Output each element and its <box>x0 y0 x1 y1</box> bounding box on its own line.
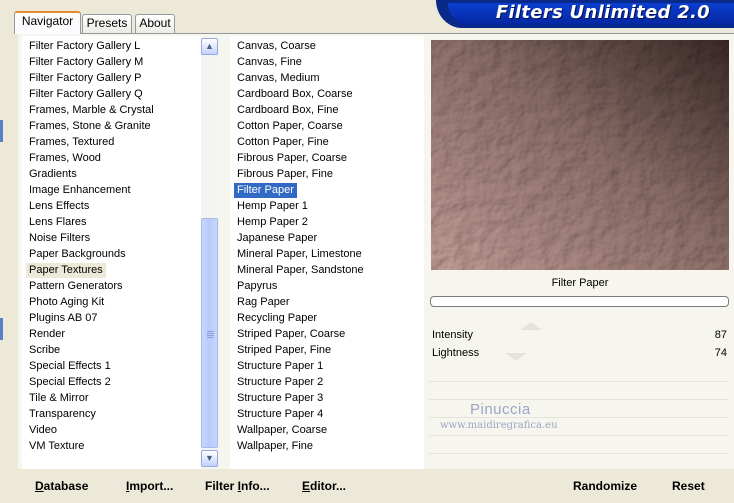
category-scrollbar[interactable]: ▲ ▼ <box>201 38 219 468</box>
preview-filter-name: Filter Paper <box>551 277 609 289</box>
category-item[interactable]: Frames, Stone & Granite <box>26 119 154 134</box>
filter-item[interactable]: Filter Paper <box>234 183 297 198</box>
filter-item[interactable]: Cardboard Box, Fine <box>234 103 342 118</box>
filter-item[interactable]: Cardboard Box, Coarse <box>234 87 356 102</box>
filter-item[interactable]: Cotton Paper, Fine <box>234 135 332 150</box>
category-item[interactable]: Paper Backgrounds <box>26 247 129 262</box>
category-item[interactable]: Frames, Wood <box>26 151 104 166</box>
app-title: Filters Unlimited 2.0 <box>495 2 710 23</box>
filter-item[interactable]: Rag Paper <box>234 295 293 310</box>
empty-control-row <box>429 435 729 436</box>
reset-button[interactable]: Reset <box>672 479 705 493</box>
filter-item[interactable]: Striped Paper, Coarse <box>234 327 348 342</box>
filter-item[interactable]: Cotton Paper, Coarse <box>234 119 346 134</box>
editor-button[interactable]: Editor... <box>302 479 346 493</box>
filter-item[interactable]: Striped Paper, Fine <box>234 343 334 358</box>
filter-item[interactable]: Fibrous Paper, Fine <box>234 167 336 182</box>
category-item[interactable]: Paper Textures <box>26 263 106 278</box>
category-item[interactable]: Filter Factory Gallery P <box>26 71 144 86</box>
filter-item[interactable]: Hemp Paper 1 <box>234 199 311 214</box>
category-item[interactable]: Filter Factory Gallery L <box>26 39 143 54</box>
preview-image <box>431 40 729 270</box>
filter-item[interactable]: Structure Paper 4 <box>234 407 326 422</box>
filter-item[interactable]: Hemp Paper 2 <box>234 215 311 230</box>
watermark-name: Pinuccia <box>470 401 531 418</box>
filter-item[interactable]: Mineral Paper, Limestone <box>234 247 365 262</box>
scroll-thumb[interactable] <box>201 218 218 448</box>
import-button[interactable]: Import... <box>126 479 173 493</box>
slider-thumb[interactable] <box>505 353 527 361</box>
lightness-value: 74 <box>714 347 727 359</box>
filter-item[interactable]: Canvas, Coarse <box>234 39 319 54</box>
filter-item[interactable]: Recycling Paper <box>234 311 320 326</box>
empty-control-row <box>429 453 729 454</box>
category-item[interactable]: Render <box>26 327 68 342</box>
filter-item[interactable]: Japanese Paper <box>234 231 320 246</box>
filter-item[interactable]: Mineral Paper, Sandstone <box>234 263 367 278</box>
category-item[interactable]: Image Enhancement <box>26 183 134 198</box>
category-item[interactable]: Frames, Textured <box>26 135 117 150</box>
filter-item[interactable]: Fibrous Paper, Coarse <box>234 151 350 166</box>
category-item[interactable]: Lens Flares <box>26 215 89 230</box>
category-item[interactable]: Photo Aging Kit <box>26 295 107 310</box>
filter-item[interactable]: Canvas, Medium <box>234 71 323 86</box>
intensity-slider[interactable]: Intensity 87 <box>429 322 729 345</box>
tab-about[interactable]: About <box>135 14 175 33</box>
category-item[interactable]: Filter Factory Gallery Q <box>26 87 146 102</box>
edge-strip <box>0 318 3 340</box>
filter-item[interactable]: Structure Paper 3 <box>234 391 326 406</box>
category-item[interactable]: Frames, Marble & Crystal <box>26 103 157 118</box>
category-item[interactable]: Noise Filters <box>26 231 93 246</box>
category-item[interactable]: VM Texture <box>26 439 87 454</box>
category-list[interactable]: Filter Factory Gallery L Filter Factory G… <box>22 36 202 469</box>
category-item[interactable]: Plugins AB 07 <box>26 311 101 326</box>
filter-item[interactable]: Canvas, Fine <box>234 55 305 70</box>
lightness-label: Lightness <box>432 347 480 359</box>
tab-presets[interactable]: Presets <box>82 14 132 33</box>
category-item[interactable]: Gradients <box>26 167 80 182</box>
empty-control-row <box>429 381 729 382</box>
app-banner: Filters Unlimited 2.0 <box>436 0 734 28</box>
filter-info-button[interactable]: Filter Info... <box>205 479 270 493</box>
filter-item[interactable]: Papyrus <box>234 279 280 294</box>
scroll-down-button[interactable]: ▼ <box>201 450 218 467</box>
category-item[interactable]: Pattern Generators <box>26 279 126 294</box>
scroll-up-button[interactable]: ▲ <box>201 38 218 55</box>
progress-bar <box>430 296 729 307</box>
category-item[interactable]: Special Effects 2 <box>26 375 114 390</box>
intensity-label: Intensity <box>432 329 473 341</box>
category-item[interactable]: Video <box>26 423 60 438</box>
lightness-slider[interactable]: Lightness 74 <box>429 345 729 363</box>
database-button[interactable]: Database <box>35 479 88 493</box>
filter-list[interactable]: Canvas, Coarse Canvas, Fine Canvas, Medium… <box>230 36 424 469</box>
category-item[interactable]: Special Effects 1 <box>26 359 114 374</box>
filter-item[interactable]: Wallpaper, Coarse <box>234 423 330 438</box>
category-item[interactable]: Lens Effects <box>26 199 92 214</box>
filter-item[interactable]: Wallpaper, Fine <box>234 439 316 454</box>
edge-strip <box>0 120 3 142</box>
randomize-button[interactable]: Randomize <box>573 479 637 493</box>
category-item[interactable]: Scribe <box>26 343 63 358</box>
empty-control-row <box>429 399 729 400</box>
filter-item[interactable]: Structure Paper 2 <box>234 375 326 390</box>
category-item[interactable]: Filter Factory Gallery M <box>26 55 146 70</box>
category-item[interactable]: Transparency <box>26 407 99 422</box>
category-item[interactable]: Tile & Mirror <box>26 391 91 406</box>
filter-item[interactable]: Structure Paper 1 <box>234 359 326 374</box>
slider-thumb[interactable] <box>520 322 542 330</box>
watermark-site: www.maidiregrafica.eu <box>440 420 558 431</box>
intensity-value: 87 <box>714 329 727 341</box>
tab-navigator[interactable]: Navigator <box>14 11 81 34</box>
